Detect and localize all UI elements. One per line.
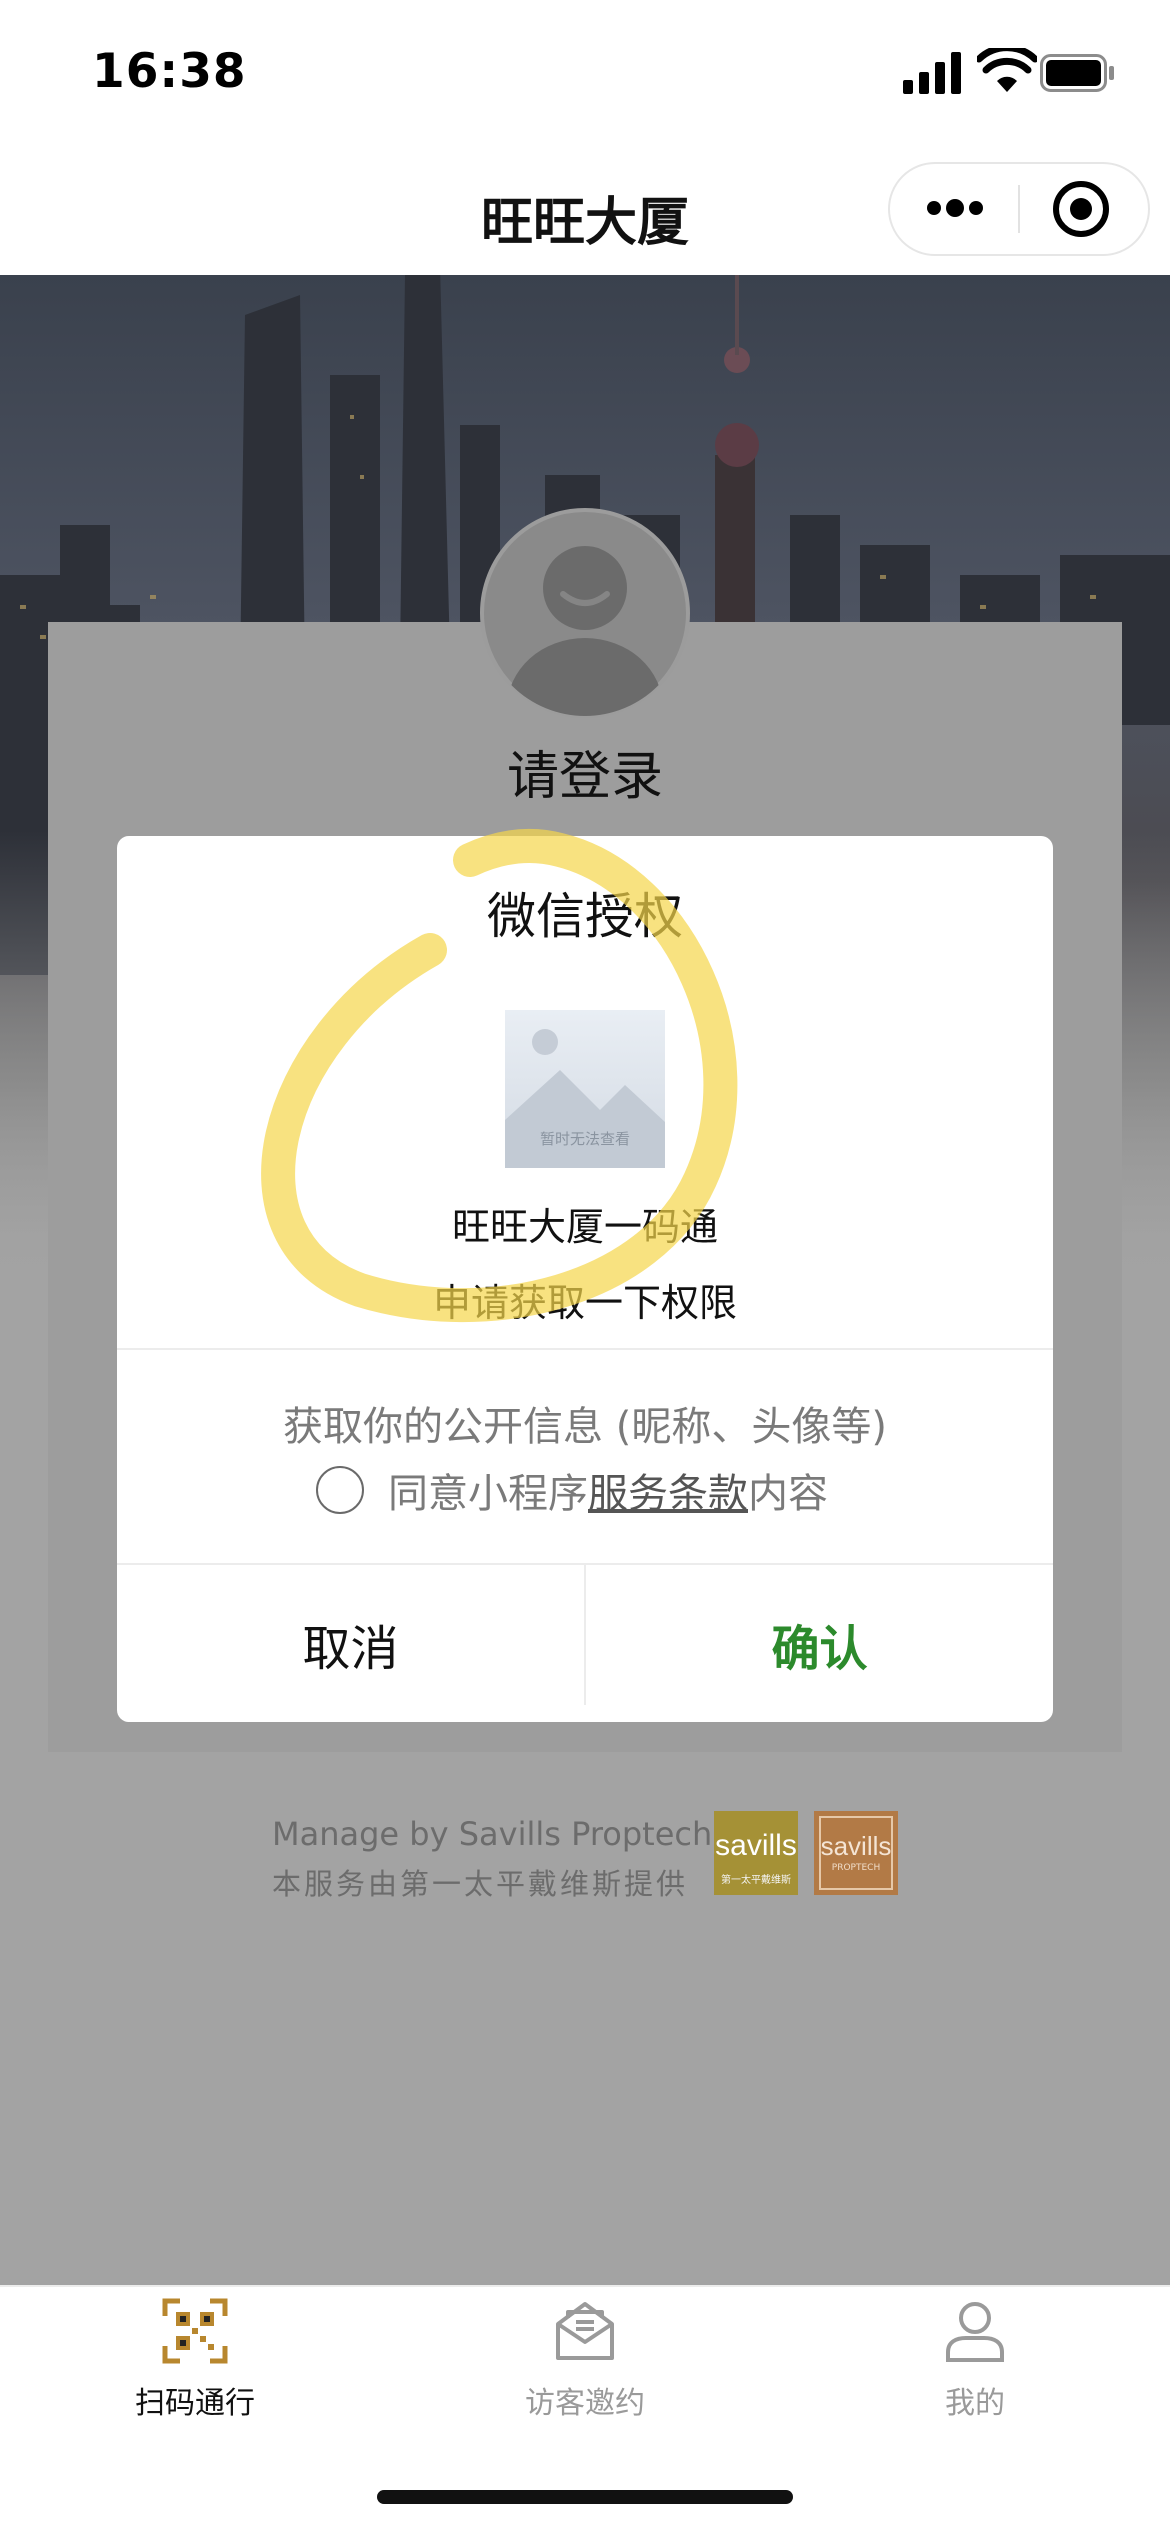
- home-indicator: [377, 2490, 793, 2504]
- savills-logo-subtext: 第一太平戴维斯: [721, 1875, 791, 1886]
- image-placeholder-icon: 暂时无法查看: [505, 1010, 665, 1168]
- public-info-text: 获取你的公开信息 (昵称、头像等): [283, 1404, 887, 1450]
- tab-mine-label: 我的: [945, 2386, 1005, 2421]
- image-placeholder-text: 暂时无法查看: [540, 1130, 630, 1148]
- service-provider-text: 本服务由第一太平戴维斯提供: [272, 1867, 689, 1901]
- agree-terms-row[interactable]: 同意小程序 服务条款 内容: [316, 1460, 828, 1520]
- user-icon: [946, 2302, 1004, 2362]
- qr-scan-icon: [162, 2298, 228, 2364]
- request-text: 申请获取一下权限: [432, 1281, 737, 1325]
- agree-suffix: 内容: [748, 1471, 828, 1517]
- dialog-divider: [117, 1348, 1053, 1350]
- proptech-logo-text: savills: [820, 1831, 892, 1861]
- savills-logo-text: savills: [715, 1829, 797, 1862]
- tab-visitor-label: 访客邀约: [525, 2386, 645, 2421]
- status-time: 16:38: [92, 44, 247, 99]
- confirm-button[interactable]: 确认: [586, 1565, 1053, 1722]
- agree-radio[interactable]: [316, 1466, 364, 1514]
- savills-proptech-logo: savills PROPTECH: [814, 1811, 898, 1895]
- cancel-button[interactable]: 取消: [117, 1565, 584, 1722]
- agree-prefix: 同意小程序: [388, 1471, 588, 1517]
- avatar[interactable]: [480, 508, 690, 718]
- more-icon[interactable]: [924, 194, 986, 222]
- envelope-icon: [556, 2302, 614, 2360]
- tab-visitor[interactable]: 访客邀约: [390, 2298, 780, 2422]
- terms-link[interactable]: 服务条款: [588, 1461, 748, 1519]
- capsule-divider: [1018, 185, 1020, 233]
- savills-logo: savills 第一太平戴维斯: [714, 1811, 798, 1895]
- proptech-logo-subtext: PROPTECH: [831, 1863, 881, 1873]
- tab-scan[interactable]: 扫码通行: [0, 2298, 390, 2422]
- manage-by-text: Manage by Savills Proptech: [272, 1815, 713, 1853]
- wifi-icon: [977, 48, 1037, 92]
- login-prompt[interactable]: 请登录: [0, 734, 1170, 809]
- close-target-icon[interactable]: [1052, 180, 1110, 238]
- dialog-title: 微信授权: [486, 888, 683, 945]
- cellular-signal-icon: [903, 52, 961, 94]
- tab-mine[interactable]: 我的: [780, 2298, 1170, 2422]
- app-name: 旺旺大厦一码通: [451, 1205, 718, 1249]
- battery-icon: [1040, 54, 1114, 92]
- tab-scan-label: 扫码通行: [135, 2386, 255, 2421]
